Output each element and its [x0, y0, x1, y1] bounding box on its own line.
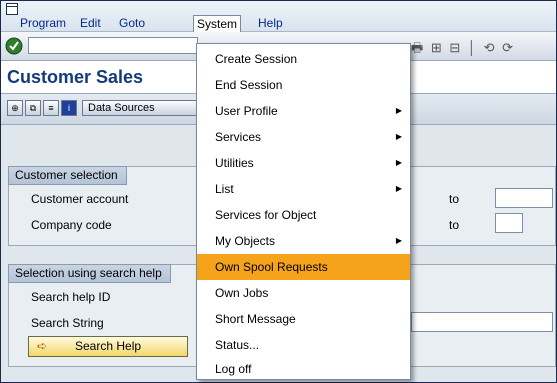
- menu-item-status[interactable]: Status...: [197, 332, 410, 358]
- menu-item-label: Status...: [215, 338, 260, 352]
- page-title: Customer Sales: [7, 67, 144, 87]
- menu-item-label: Services: [215, 130, 262, 144]
- menu-item-services[interactable]: Services ▶: [197, 124, 410, 150]
- company-code-to-input[interactable]: [495, 213, 523, 233]
- menu-item-label: Utilities: [215, 156, 254, 170]
- data-sources-button[interactable]: Data Sources: [82, 100, 202, 116]
- to-label: to: [449, 192, 460, 206]
- to-label: to: [449, 218, 460, 232]
- group-title: Customer selection: [8, 166, 127, 185]
- menu-item-own-jobs[interactable]: Own Jobs: [197, 280, 410, 306]
- customer-account-label: Customer account: [31, 192, 129, 206]
- search-help-button-label: Search Help: [75, 339, 142, 353]
- search-string-label: Search String: [31, 316, 104, 330]
- menu-item-log-off[interactable]: Log off: [197, 356, 410, 382]
- menu-bar: Program Edit Goto System Help: [1, 1, 556, 32]
- execute-icon[interactable]: ⊕: [7, 100, 23, 116]
- menu-item-label: Own Jobs: [215, 286, 269, 300]
- menu-item-label: Own Spool Requests: [215, 260, 328, 274]
- toolbar-icons[interactable]: 🖶 ⊞ ⊟ │ ⟲ ⟳: [411, 39, 515, 61]
- menu-program[interactable]: Program: [20, 16, 66, 30]
- submenu-arrow-icon: ▶: [395, 132, 402, 141]
- menu-item-my-objects[interactable]: My Objects ▶: [197, 228, 410, 254]
- menu-item-user-profile[interactable]: User Profile ▶: [197, 98, 410, 124]
- search-help-id-label: Search help ID: [31, 290, 111, 304]
- menu-system[interactable]: System: [193, 15, 242, 32]
- command-field[interactable]: [28, 37, 198, 54]
- menu-item-label: Services for Object: [215, 208, 317, 222]
- menu-goto[interactable]: Goto: [119, 16, 145, 30]
- arrow-right-icon: ➪: [37, 339, 48, 353]
- menu-item-services-for-object[interactable]: Services for Object: [197, 202, 410, 228]
- menu-item-short-message[interactable]: Short Message: [197, 306, 410, 332]
- menu-item-list[interactable]: List ▶: [197, 176, 410, 202]
- menu-item-utilities[interactable]: Utilities ▶: [197, 150, 410, 176]
- menu-item-label: My Objects: [215, 234, 276, 248]
- menu-item-label: Create Session: [215, 52, 298, 66]
- multiple-selection-icon[interactable]: ≡: [43, 100, 59, 116]
- group-title: Selection using search help: [8, 264, 171, 283]
- search-string-input[interactable]: [411, 312, 553, 332]
- submenu-arrow-icon: ▶: [395, 184, 402, 193]
- submenu-arrow-icon: ▶: [395, 158, 402, 167]
- menu-item-end-session[interactable]: End Session: [197, 72, 410, 98]
- menu-item-label: Log off: [215, 362, 252, 376]
- system-menu-dropdown: Create Session End Session User Profile ▶…: [196, 43, 411, 380]
- copy-icon[interactable]: ⧉: [25, 100, 41, 116]
- menu-item-label: End Session: [215, 78, 283, 92]
- menu-help[interactable]: Help: [258, 16, 283, 30]
- submenu-arrow-icon: ▶: [395, 236, 402, 245]
- search-help-button[interactable]: ➪ Search Help: [28, 336, 188, 357]
- menu-item-label: User Profile: [215, 104, 278, 118]
- submenu-arrow-icon: ▶: [395, 106, 402, 115]
- menu-item-own-spool-requests[interactable]: Own Spool Requests: [197, 254, 410, 280]
- menu-item-create-session[interactable]: Create Session: [197, 46, 410, 72]
- enter-check-icon[interactable]: [5, 37, 23, 55]
- menu-edit[interactable]: Edit: [80, 16, 101, 30]
- window-menu-icon[interactable]: [6, 3, 18, 15]
- menu-item-label: Short Message: [215, 312, 296, 326]
- customer-account-to-input[interactable]: [495, 188, 553, 208]
- info-icon[interactable]: i: [61, 100, 77, 116]
- menu-item-label: List: [215, 182, 234, 196]
- company-code-label: Company code: [31, 218, 112, 232]
